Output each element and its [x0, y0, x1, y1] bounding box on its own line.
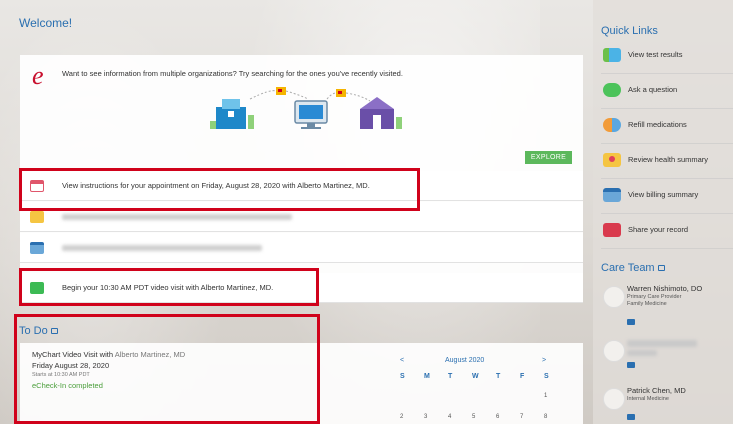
- share-folder-icon: [603, 223, 621, 237]
- quick-link-share-record[interactable]: Share your record: [601, 215, 733, 249]
- todo-start-time: Starts at 10:30 AM PDT: [32, 372, 90, 378]
- todo-visit-title[interactable]: MyChart Video Visit with Alberto Martine…: [32, 350, 185, 359]
- calendar-day-of-week: T: [448, 373, 453, 380]
- calendar-day[interactable]: 1: [544, 393, 547, 399]
- calendar-next-button[interactable]: >: [542, 357, 546, 364]
- quick-link-billing[interactable]: View billing summary: [601, 180, 733, 214]
- envelope-icon: [30, 211, 44, 223]
- care-team-member[interactable]: Warren Nishimoto, DO Primary Care Provid…: [601, 282, 733, 332]
- quick-link-label: View test results: [628, 50, 683, 59]
- calendar-day-of-week: F: [520, 373, 525, 380]
- calendar-day[interactable]: 3: [424, 414, 427, 420]
- member-role: Primary Care Provider: [627, 294, 682, 300]
- calendar-icon: [30, 180, 44, 192]
- care-team-member[interactable]: [601, 336, 733, 380]
- calendar-day[interactable]: 6: [496, 414, 499, 420]
- member-role: Internal Medicine: [627, 396, 669, 402]
- quick-link-label: Refill medications: [628, 120, 687, 129]
- calendar-day-of-week: W: [472, 373, 479, 380]
- credit-card-icon: [30, 242, 44, 254]
- todo-title-text: To Do: [19, 325, 48, 337]
- calendar-day-of-week: S: [400, 373, 405, 380]
- quick-link-label: Ask a question: [628, 85, 678, 94]
- heart-folder-icon: [603, 153, 621, 167]
- avatar: [603, 286, 625, 308]
- message-icon[interactable]: [627, 319, 635, 325]
- chat-bubble-icon: [603, 83, 621, 97]
- quick-link-refill[interactable]: Refill medications: [601, 110, 733, 144]
- visit-title-text: MyChart Video Visit with: [32, 350, 115, 359]
- care-team-title-text: Care Team: [601, 262, 655, 274]
- credit-card-icon: [603, 188, 621, 202]
- todo-date: Friday August 28, 2020: [32, 361, 110, 370]
- member-name: [627, 340, 697, 347]
- member-name: Patrick Chen, MD: [627, 386, 686, 395]
- avatar: [603, 388, 625, 410]
- notification-text: [62, 214, 292, 220]
- calendar-day[interactable]: 5: [472, 414, 475, 420]
- todo-panel: MyChart Video Visit with Alberto Martine…: [20, 343, 583, 424]
- quick-link-health-summary[interactable]: Review health summary: [601, 145, 733, 179]
- explore-button[interactable]: EXPLORE: [525, 151, 572, 164]
- todo-status: eCheck-In completed: [32, 381, 103, 390]
- external-link-icon: [50, 328, 58, 335]
- external-link-icon: [657, 265, 665, 272]
- calendar-day-of-week: M: [424, 373, 430, 380]
- member-name: Warren Nishimoto, DO: [627, 284, 703, 293]
- member-specialty: Family Medicine: [627, 301, 667, 307]
- test-tube-icon: [603, 48, 621, 62]
- notification-blurred-2[interactable]: [20, 233, 583, 263]
- notification-text: View instructions for your appointment o…: [62, 181, 370, 190]
- calendar-day[interactable]: 2: [400, 414, 403, 420]
- member-role: [627, 350, 657, 356]
- page-title: Welcome!: [19, 16, 73, 30]
- calendar-day-of-week: T: [496, 373, 501, 380]
- calendar-month: August 2020: [445, 357, 485, 364]
- message-icon[interactable]: [627, 414, 635, 420]
- notification-text: [62, 245, 262, 251]
- todo-heading[interactable]: To Do: [19, 325, 58, 337]
- calendar-day[interactable]: 7: [520, 414, 523, 420]
- notification-text: Begin your 10:30 AM PDT video visit with…: [62, 283, 274, 292]
- quick-link-label: View billing summary: [628, 190, 699, 199]
- quick-link-label: Share your record: [628, 225, 689, 234]
- pill-icon: [603, 118, 621, 132]
- quick-links-title: Quick Links: [601, 25, 658, 37]
- calendar-day-of-week: S: [544, 373, 549, 380]
- calendar-day[interactable]: 8: [544, 414, 547, 420]
- organizations-message: Want to see information from multiple or…: [62, 69, 403, 78]
- quick-link-ask-question[interactable]: Ask a question: [601, 75, 733, 109]
- care-team-heading[interactable]: Care Team: [601, 262, 665, 274]
- notification-appointment[interactable]: View instructions for your appointment o…: [20, 171, 583, 201]
- calendar-day[interactable]: 4: [448, 414, 451, 420]
- notification-video-visit[interactable]: Begin your 10:30 AM PDT video visit with…: [20, 273, 583, 303]
- video-camera-icon: [30, 282, 44, 294]
- notification-blurred-1[interactable]: [20, 202, 583, 232]
- message-icon[interactable]: [627, 362, 635, 368]
- quick-link-test-results[interactable]: View test results: [601, 40, 733, 74]
- avatar: [603, 340, 625, 362]
- quick-link-label: Review health summary: [628, 155, 709, 164]
- care-team-member[interactable]: Patrick Chen, MD Internal Medicine: [601, 384, 733, 424]
- organization-logo-icon: e: [32, 61, 44, 90]
- organizations-illustration: [210, 87, 402, 129]
- calendar-prev-button[interactable]: <: [400, 357, 404, 364]
- visit-provider-link[interactable]: Alberto Martinez, MD: [115, 350, 185, 359]
